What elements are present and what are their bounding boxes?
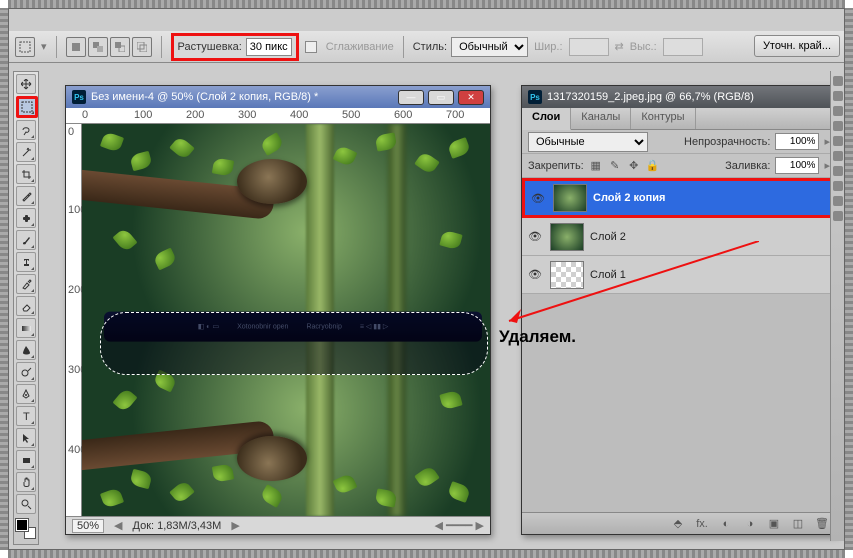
layer-row[interactable]: 👁 Слой 2: [522, 218, 836, 256]
layer-style-icon[interactable]: fx.: [694, 516, 710, 532]
fill-label: Заливка:: [725, 160, 770, 172]
path-selection-tool[interactable]: [16, 428, 36, 448]
photoshop-icon: Ps: [72, 90, 86, 104]
canvas[interactable]: ◧ ◐ ▭Xotonobnir openRacryobnip≡ ◁ ▮▮ ▷: [82, 124, 490, 516]
document-window-1: Ps Без имени-4 @ 50% (Слой 2 копия, RGB/…: [65, 85, 491, 535]
healing-brush-tool[interactable]: [16, 208, 36, 228]
maximize-button[interactable]: ▭: [428, 90, 454, 105]
crop-tool[interactable]: [16, 164, 36, 184]
hand-tool[interactable]: [16, 472, 36, 492]
document-size: Док: 1,83M/3,43M: [133, 520, 222, 532]
tool-preset-icon[interactable]: [15, 37, 35, 57]
adjustment-layer-icon[interactable]: ◑: [742, 516, 758, 532]
document-1-title: Без имени-4 @ 50% (Слой 2 копия, RGB/8) …: [91, 91, 318, 103]
vertical-ruler: 0100200300400: [66, 124, 82, 516]
style-label: Стиль:: [413, 41, 447, 53]
brush-tool[interactable]: [16, 230, 36, 250]
clone-stamp-tool[interactable]: [16, 252, 36, 272]
layer-name[interactable]: Слой 1: [590, 269, 626, 281]
height-input: [663, 38, 703, 56]
antialias-checkbox: [305, 41, 317, 53]
opacity-input[interactable]: [775, 133, 819, 150]
eyedropper-tool[interactable]: [16, 186, 36, 206]
zoom-tool[interactable]: [16, 494, 36, 514]
layers-panel-footer: ⬘ fx. ◐ ◑ ▣ ◫ 🗑: [522, 512, 836, 534]
lasso-tool[interactable]: [16, 120, 36, 140]
layer-row[interactable]: 👁 Слой 2 копия: [522, 178, 836, 218]
layer-thumbnail[interactable]: [550, 261, 584, 289]
svg-text:T: T: [23, 411, 30, 422]
layer-thumbnail[interactable]: [553, 184, 587, 212]
width-input: [569, 38, 609, 56]
link-layers-icon[interactable]: ⬘: [670, 516, 686, 532]
tab-channels[interactable]: Каналы: [571, 108, 631, 129]
width-label: Шир.:: [534, 41, 562, 53]
rectangle-tool[interactable]: [16, 450, 36, 470]
layer-list: 👁 Слой 2 копия 👁 Слой 2 👁 Слой 1: [522, 178, 836, 294]
tools-panel: T: [13, 71, 39, 545]
add-selection-icon[interactable]: [88, 37, 108, 57]
gradient-tool[interactable]: [16, 318, 36, 338]
type-tool[interactable]: T: [16, 406, 36, 426]
panel-tabs: Слои Каналы Контуры: [522, 108, 836, 130]
magic-wand-tool[interactable]: [16, 142, 36, 162]
pen-tool[interactable]: [16, 384, 36, 404]
layer-name[interactable]: Слой 2 копия: [593, 192, 665, 204]
blend-mode-select[interactable]: Обычные: [528, 132, 648, 152]
layers-panel: Слои Каналы Контуры Обычные Непрозрачнос…: [522, 108, 836, 534]
tab-layers[interactable]: Слои: [522, 108, 571, 130]
marquee-selection: [100, 312, 488, 375]
lock-all-icon[interactable]: 🔒: [646, 159, 660, 173]
history-brush-tool[interactable]: [16, 274, 36, 294]
horizontal-ruler: 0100200300400500600700: [66, 108, 490, 124]
lock-label: Закрепить:: [528, 160, 584, 172]
rectangular-marquee-tool[interactable]: [16, 96, 38, 118]
layer-row[interactable]: 👁 Слой 1: [522, 256, 836, 294]
lock-pixels-icon[interactable]: ✎: [608, 159, 622, 173]
visibility-icon[interactable]: 👁: [526, 266, 544, 284]
visibility-icon[interactable]: 👁: [529, 189, 547, 207]
refine-edge-button[interactable]: Уточн. край...: [754, 35, 840, 57]
new-layer-icon[interactable]: ◫: [790, 516, 806, 532]
opacity-label: Непрозрачность:: [684, 136, 770, 148]
feather-label: Растушевка:: [178, 41, 242, 53]
blur-tool[interactable]: [16, 340, 36, 360]
photoshop-icon: Ps: [528, 90, 542, 104]
selection-mode-group: [66, 37, 152, 57]
layer-thumbnail[interactable]: [550, 223, 584, 251]
minimize-button[interactable]: —: [398, 90, 424, 105]
document-window-2: Ps 1317320159_2.jpeg.jpg @ 66,7% (RGB/8)…: [521, 85, 837, 535]
tab-paths[interactable]: Контуры: [631, 108, 695, 129]
intersect-selection-icon[interactable]: [132, 37, 152, 57]
feather-highlight: Растушевка:: [171, 33, 299, 61]
antialias-label: Сглаживание: [326, 41, 394, 53]
annotation-text: Удаляем.: [499, 327, 576, 347]
document-2-titlebar[interactable]: Ps 1317320159_2.jpeg.jpg @ 66,7% (RGB/8): [522, 86, 836, 108]
style-select[interactable]: Обычный: [451, 37, 528, 57]
dodge-tool[interactable]: [16, 362, 36, 382]
status-bar: 50% ◀ Док: 1,83M/3,43M ▶ ◀ ━━━━ ▶: [66, 516, 490, 534]
layer-group-icon[interactable]: ▣: [766, 516, 782, 532]
height-label: Выс.:: [630, 41, 657, 53]
layer-mask-icon[interactable]: ◐: [718, 516, 734, 532]
move-tool[interactable]: [16, 74, 36, 94]
document-2-title: 1317320159_2.jpeg.jpg @ 66,7% (RGB/8): [547, 91, 754, 103]
subtract-selection-icon[interactable]: [110, 37, 130, 57]
fill-input[interactable]: [775, 157, 819, 174]
options-bar: ▾ Растушевка: Сглаживание Стиль: Обычный…: [9, 31, 844, 63]
lock-position-icon[interactable]: ✥: [627, 159, 641, 173]
visibility-icon[interactable]: 👁: [526, 228, 544, 246]
feather-input[interactable]: [246, 38, 292, 56]
layer-name[interactable]: Слой 2: [590, 231, 626, 243]
document-1-titlebar[interactable]: Ps Без имени-4 @ 50% (Слой 2 копия, RGB/…: [66, 86, 490, 108]
right-panel-strip[interactable]: [830, 71, 844, 541]
close-button[interactable]: ✕: [458, 90, 484, 105]
delete-layer-icon[interactable]: 🗑: [814, 516, 830, 532]
new-selection-icon[interactable]: [66, 37, 86, 57]
eraser-tool[interactable]: [16, 296, 36, 316]
zoom-level[interactable]: 50%: [72, 519, 104, 533]
color-swatches[interactable]: [16, 519, 36, 539]
lock-transparency-icon[interactable]: ▦: [589, 159, 603, 173]
